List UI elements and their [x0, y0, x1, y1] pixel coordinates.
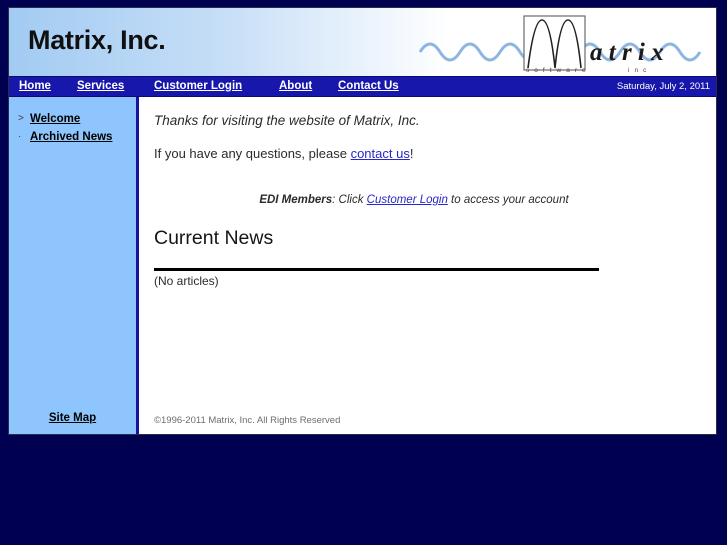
nav-link-services[interactable]: Services	[77, 80, 124, 92]
sidebar-bullet-icon: ·	[18, 131, 22, 143]
logo-subtitle-inc: i n c	[628, 67, 648, 74]
sidebar-item-archived-news-label[interactable]: Archived News	[30, 131, 112, 143]
site-map-link[interactable]: Site Map	[49, 412, 96, 424]
nav-link-about[interactable]: About	[279, 80, 312, 92]
logo-wordmark: a t r i x	[590, 39, 664, 66]
main-nav: Home Services Customer Login About Conta…	[9, 76, 716, 97]
site-header: Matrix, Inc. a t r i x s o f t w a r e i…	[9, 8, 716, 76]
questions-text-suffix: !	[409, 146, 414, 161]
nav-link-customer-login[interactable]: Customer Login	[154, 80, 242, 92]
page-body: > Welcome · Archived News Site Map Thanks …	[9, 97, 716, 434]
main-content: Thanks for visiting the website of Matri…	[139, 97, 716, 434]
company-title: Matrix, Inc.	[28, 25, 166, 55]
site-page-frame: Matrix, Inc. a t r i x s o f t w a r e i…	[8, 7, 717, 435]
nav-link-home[interactable]: Home	[19, 80, 51, 92]
edi-members-label: EDI Members	[259, 194, 333, 206]
contact-us-link[interactable]: contact us	[351, 146, 410, 161]
news-divider	[154, 268, 599, 271]
nav-link-contact-us[interactable]: Contact Us	[338, 80, 399, 92]
matrix-wave-logo-icon: a t r i x s o f t w a r e i n c	[418, 10, 704, 74]
news-empty-message: (No articles)	[154, 274, 219, 288]
sidebar-item-archived-news[interactable]: · Archived News	[18, 131, 112, 143]
sidebar-current-marker-icon: >	[18, 113, 24, 125]
sidebar-item-welcome-label[interactable]: Welcome	[30, 113, 80, 125]
logo-subtitle-software: s o f t w a r e	[526, 67, 587, 74]
copyright-text: ©1996-2011 Matrix, Inc. All Rights Reser…	[154, 415, 341, 426]
questions-text: If you have any questions, please contac…	[154, 146, 413, 161]
sidebar: > Welcome · Archived News Site Map	[9, 97, 139, 434]
customer-login-link[interactable]: Customer Login	[367, 194, 448, 206]
site-map-container: Site Map	[9, 408, 136, 426]
questions-text-prefix: If you have any questions, please	[154, 146, 351, 161]
edi-note-suffix: to access your account	[447, 194, 569, 206]
intro-text: Thanks for visiting the website of Matri…	[154, 113, 420, 128]
edi-note-prefix: : Click	[332, 194, 367, 206]
edi-members-note: EDI Members: Click Customer Login to acc…	[154, 194, 674, 206]
sidebar-item-welcome[interactable]: > Welcome	[18, 113, 80, 125]
current-news-heading: Current News	[154, 227, 274, 249]
current-date: Saturday, July 2, 2011	[616, 81, 710, 92]
